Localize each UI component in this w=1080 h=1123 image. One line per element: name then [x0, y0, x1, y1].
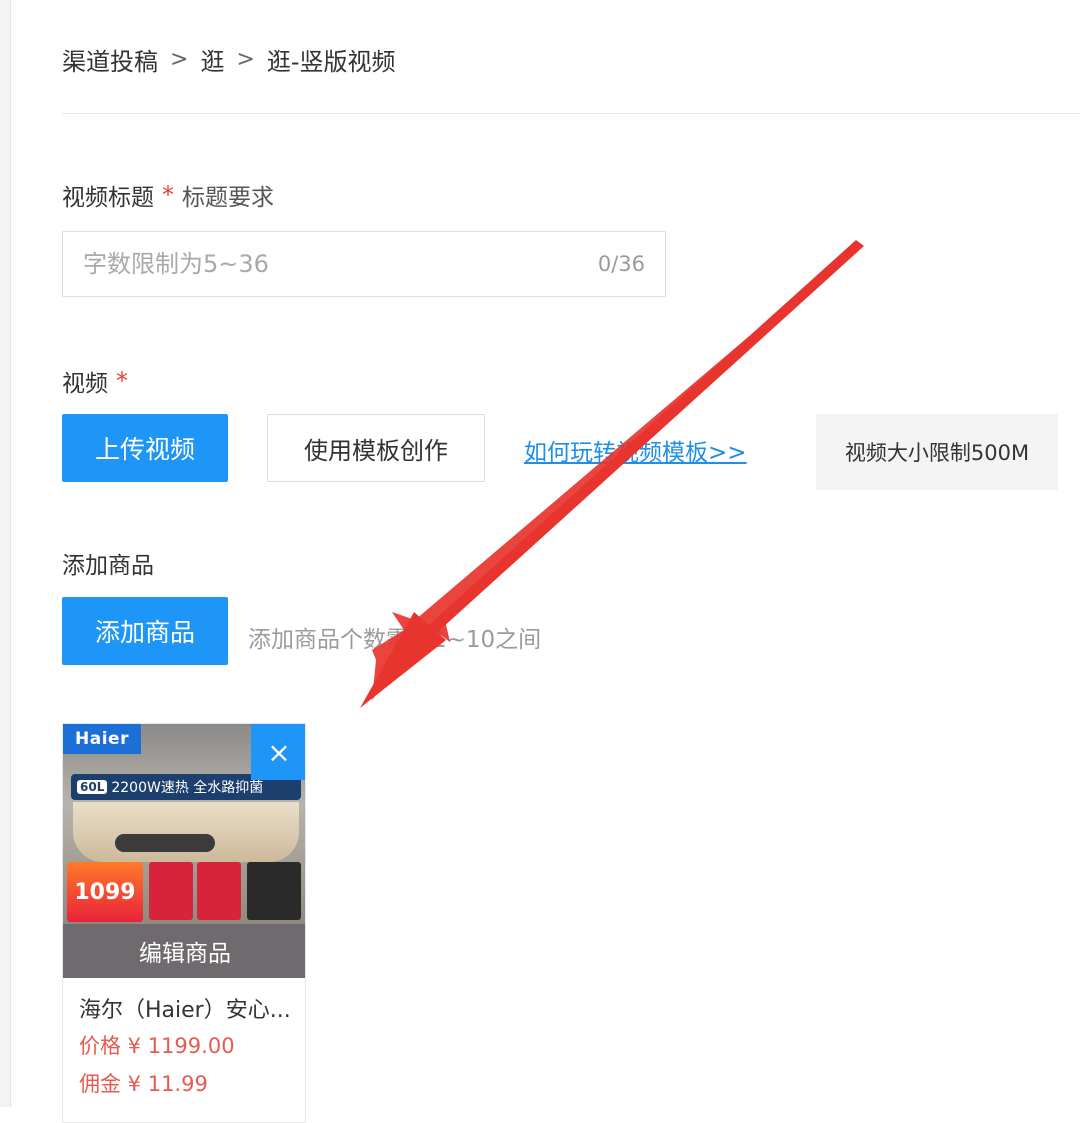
video-label-text: 视频	[62, 371, 108, 397]
video-title-label-text: 视频标题	[62, 185, 154, 211]
product-card: Haier 60L 2200W速热 全水路抑菌 1099 × 编辑商品 海尔（H…	[62, 723, 306, 1123]
required-mark: *	[116, 367, 128, 395]
remove-product-close-icon[interactable]: ×	[251, 724, 305, 780]
video-title-label: 视频标题 * 标题要求	[62, 178, 274, 212]
product-image: Haier 60L 2200W速热 全水路抑菌 1099 ×	[63, 724, 305, 924]
video-label: 视频 *	[62, 364, 128, 398]
left-border-strip	[0, 0, 11, 1107]
video-title-input[interactable]	[63, 232, 665, 296]
video-size-tip: 视频大小限制500M	[816, 414, 1058, 490]
add-product-button[interactable]: 添加商品	[62, 597, 228, 665]
promo-badge	[197, 862, 241, 920]
title-char-counter: 0/36	[597, 252, 645, 276]
product-name: 海尔（Haier）安心...	[79, 998, 291, 1023]
banner-text: 2200W速热 全水路抑菌	[111, 780, 264, 796]
video-template-help-link[interactable]: 如何玩转视频模板>>	[524, 433, 747, 467]
required-mark: *	[162, 181, 174, 209]
haier-logo: Haier	[63, 724, 141, 754]
title-requirement-link[interactable]: 标题要求	[182, 178, 274, 212]
breadcrumb-item-channel[interactable]: 渠道投稿	[62, 42, 158, 77]
breadcrumb-item-guang[interactable]: 逛	[200, 42, 224, 77]
breadcrumb-separator: >	[236, 47, 255, 72]
promo-badge	[247, 862, 301, 920]
breadcrumb-separator: >	[170, 47, 189, 72]
breadcrumb: 渠道投稿 > 逛 > 逛-竖版视频	[62, 42, 396, 77]
add-product-label: 添加商品	[62, 553, 154, 579]
upload-video-button[interactable]: 上传视频	[62, 414, 228, 482]
image-price-badge: 1099	[67, 862, 143, 922]
product-price: 价格 ¥ 1199.00	[79, 1034, 235, 1058]
header-divider	[62, 113, 1080, 114]
breadcrumb-item-vertical-video: 逛-竖版视频	[266, 48, 396, 76]
edit-product-button[interactable]: 编辑商品	[63, 924, 305, 978]
use-template-button[interactable]: 使用模板创作	[267, 414, 485, 482]
water-heater-graphic	[73, 802, 299, 862]
product-commission: 佣金 ¥ 11.99	[79, 1072, 208, 1096]
capacity-tag: 60L	[77, 780, 108, 794]
product-count-helper: 添加商品个数需在1~10之间	[248, 627, 542, 653]
heater-panel-graphic	[115, 834, 215, 852]
promo-badge	[149, 862, 193, 920]
video-title-field: 0/36	[62, 231, 666, 297]
